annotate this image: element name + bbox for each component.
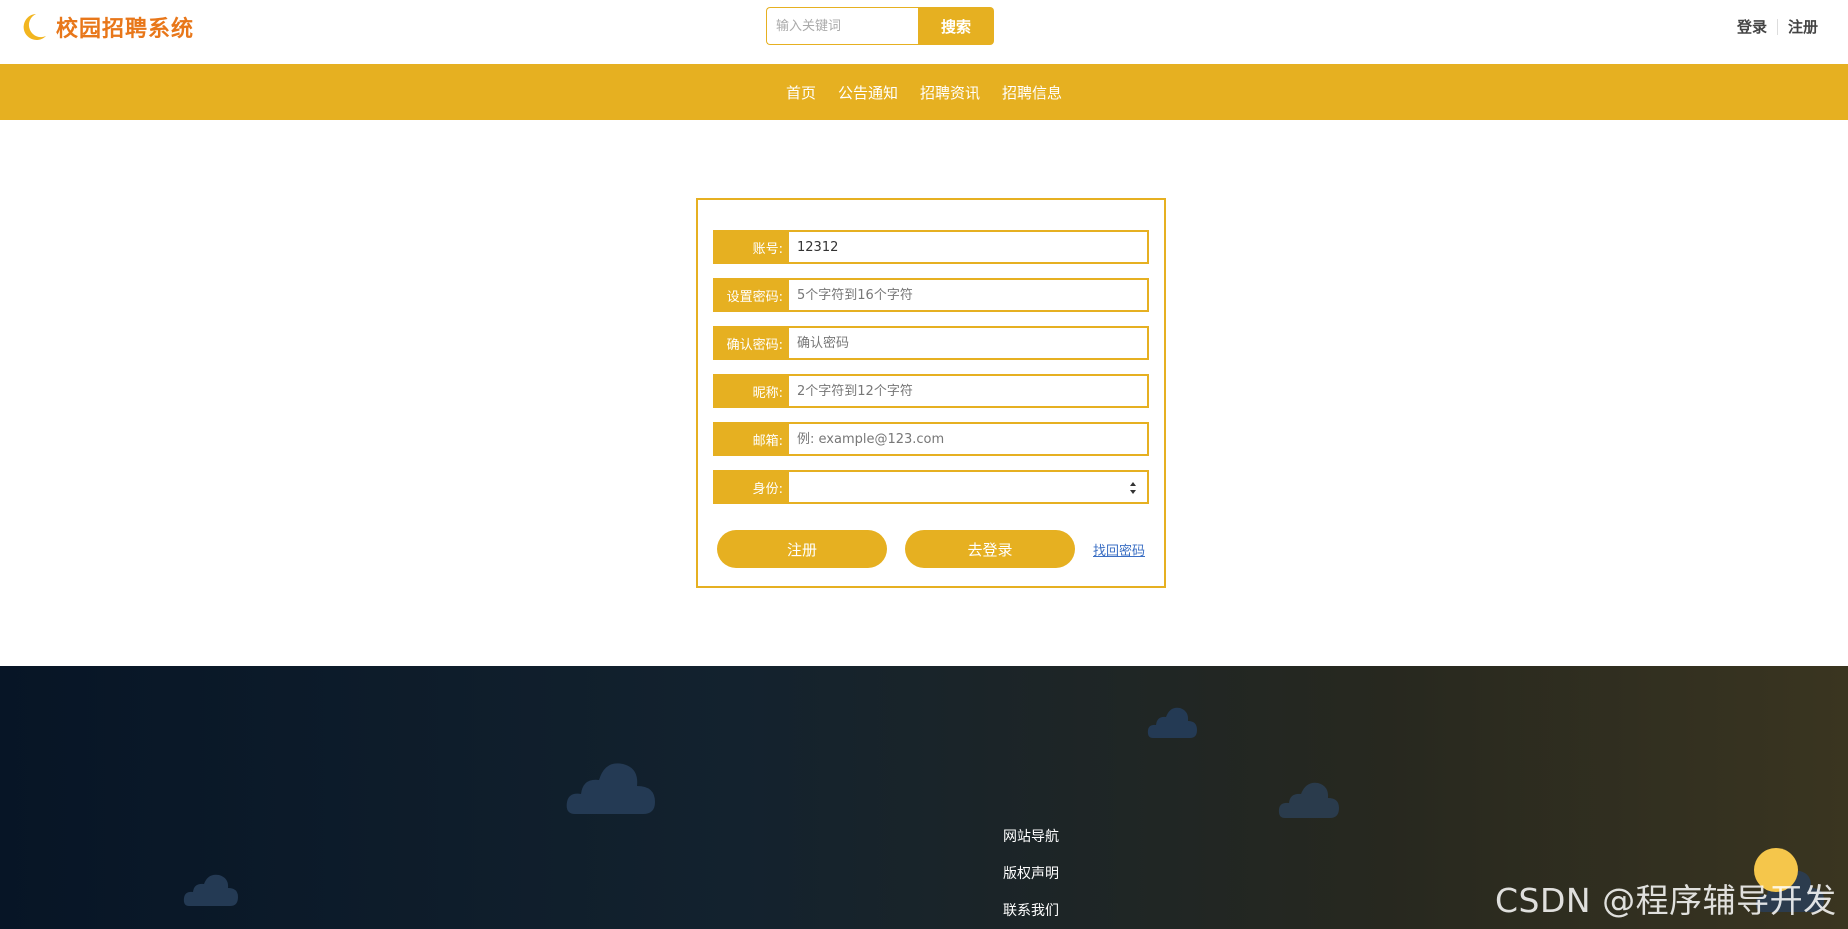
confirm-password-input[interactable] — [789, 328, 1147, 358]
search-input[interactable] — [766, 7, 918, 45]
cloud-icon — [1147, 707, 1197, 738]
password-input[interactable] — [789, 280, 1147, 310]
watermark: CSDN @程序辅导开发 — [1495, 881, 1837, 920]
account-row: 账号: — [713, 230, 1149, 264]
nickname-input[interactable] — [789, 376, 1147, 406]
password-row: 设置密码: — [713, 278, 1149, 312]
footer-link-copyright[interactable]: 版权声明 — [1003, 863, 1059, 900]
identity-select[interactable] — [789, 472, 1147, 502]
confirm-password-label: 确认密码: — [715, 328, 789, 358]
go-login-button[interactable]: 去登录 — [905, 530, 1075, 568]
search-button[interactable]: 搜索 — [918, 7, 994, 45]
forgot-password-link[interactable]: 找回密码 — [1093, 540, 1145, 559]
moon-icon — [20, 12, 48, 42]
nickname-row: 昵称: — [713, 374, 1149, 408]
nav-item-notices[interactable]: 公告通知 — [838, 82, 898, 103]
nickname-label: 昵称: — [715, 376, 789, 406]
search-bar: 搜索 — [766, 7, 994, 45]
logo[interactable]: 校园招聘系统 — [20, 10, 194, 44]
register-form: 账号: 设置密码: 确认密码: 昵称: 邮箱: 身份: 注册 去登录 找回密码 — [696, 198, 1166, 588]
footer-links: 网站导航 版权声明 联系我们 — [1003, 826, 1059, 929]
email-label: 邮箱: — [715, 424, 789, 454]
email-input[interactable] — [789, 424, 1147, 454]
email-row: 邮箱: — [713, 422, 1149, 456]
login-link[interactable]: 登录 — [1737, 16, 1767, 37]
footer-link-contact[interactable]: 联系我们 — [1003, 900, 1059, 929]
identity-row: 身份: — [713, 470, 1149, 504]
cloud-icon — [1278, 782, 1339, 818]
password-label: 设置密码: — [715, 280, 789, 310]
register-button[interactable]: 注册 — [717, 530, 887, 568]
main-nav: 首页 公告通知 招聘资讯 招聘信息 — [0, 64, 1848, 120]
cloud-icon — [566, 763, 655, 814]
register-link[interactable]: 注册 — [1788, 16, 1818, 37]
cloud-icon — [183, 874, 238, 906]
logo-text: 校园招聘系统 — [56, 17, 195, 42]
identity-label: 身份: — [715, 472, 789, 502]
select-arrows-icon — [1129, 480, 1137, 494]
nav-item-jobs[interactable]: 招聘信息 — [1002, 82, 1062, 103]
nav-item-home[interactable]: 首页 — [786, 82, 816, 103]
auth-links: 登录 注册 — [1737, 16, 1818, 37]
header: 校园招聘系统 搜索 登录 注册 — [0, 0, 1848, 64]
account-input[interactable] — [789, 232, 1147, 262]
footer-link-sitemap[interactable]: 网站导航 — [1003, 826, 1059, 863]
nav-item-news[interactable]: 招聘资讯 — [920, 82, 980, 103]
confirm-password-row: 确认密码: — [713, 326, 1149, 360]
account-label: 账号: — [715, 232, 789, 262]
divider — [1776, 18, 1778, 35]
